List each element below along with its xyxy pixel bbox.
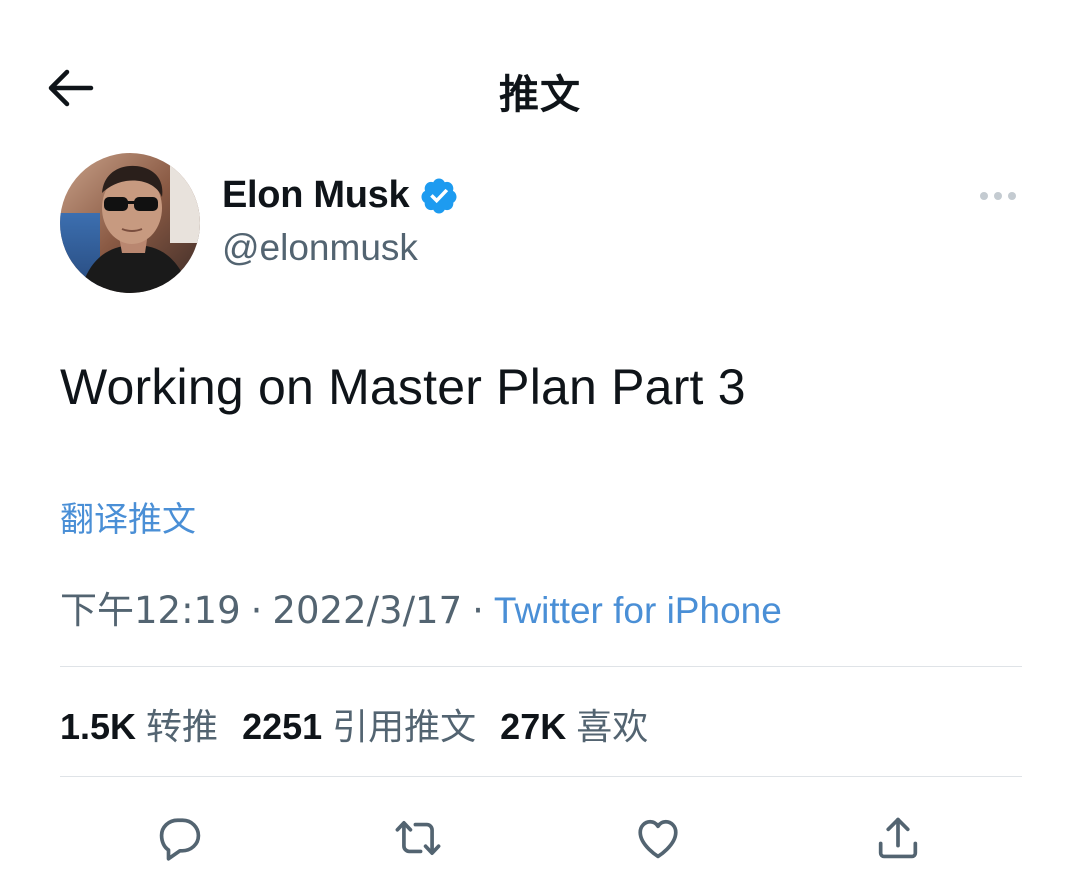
author-handle[interactable]: @elonmusk <box>222 227 418 269</box>
likes-count: 27K <box>500 706 567 747</box>
quotes-count: 2251 <box>242 706 323 747</box>
like-button[interactable] <box>626 808 690 868</box>
reply-icon <box>159 818 201 861</box>
tweet-time: 下午12:19 <box>60 589 241 632</box>
likes-label: 喜欢 <box>576 707 649 748</box>
verified-badge-icon <box>419 176 459 216</box>
share-button[interactable] <box>866 808 930 868</box>
translate-tweet-link[interactable]: 翻译推文 <box>60 492 196 541</box>
stats-row: 1.5K 转推 2251 引用推文 27K 喜欢 <box>60 698 672 750</box>
tweet-meta: 下午12:19 · 2022/3/17 · Twitter for iPhone <box>60 580 782 634</box>
more-options-button[interactable] <box>972 178 1024 214</box>
tweet-date: 2022/3/17 <box>272 589 463 632</box>
retweet-button[interactable] <box>386 808 450 868</box>
divider <box>60 776 1022 777</box>
avatar[interactable] <box>60 153 200 293</box>
share-icon <box>878 817 918 859</box>
tweet-source-link[interactable]: Twitter for iPhone <box>494 590 782 632</box>
like-icon <box>638 819 678 859</box>
meta-separator: · <box>250 589 263 632</box>
author-name-row[interactable]: Elon Musk <box>222 174 459 217</box>
quotes-label: 引用推文 <box>332 707 477 748</box>
reply-button[interactable] <box>148 808 212 868</box>
tweet-text: Working on Master Plan Part 3 <box>60 359 746 415</box>
retweet-icon <box>395 820 441 856</box>
retweets-stat[interactable]: 1.5K 转推 <box>60 698 218 750</box>
retweets-count: 1.5K <box>60 706 137 747</box>
page-title: 推文 <box>499 72 581 118</box>
quotes-stat[interactable]: 2251 引用推文 <box>242 698 476 750</box>
more-horizontal-icon <box>980 192 1016 200</box>
retweets-label: 转推 <box>146 707 219 748</box>
meta-separator: · <box>472 589 484 632</box>
divider <box>60 666 1022 667</box>
avatar-image <box>60 153 200 293</box>
likes-stat[interactable]: 27K 喜欢 <box>500 698 648 750</box>
author-name: Elon Musk <box>222 174 410 216</box>
